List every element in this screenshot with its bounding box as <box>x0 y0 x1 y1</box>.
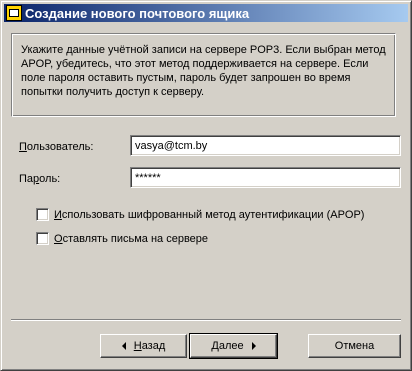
chevron-right-icon <box>251 342 256 350</box>
next-button[interactable]: Далее <box>189 333 278 359</box>
title-bar[interactable]: Создание нового почтового ящика <box>4 4 408 22</box>
chevron-left-icon <box>121 342 126 350</box>
user-label: Пользователь: <box>19 141 94 153</box>
cancel-button[interactable]: Отмена <box>308 334 401 358</box>
cancel-button-label: Отмена <box>334 340 375 352</box>
user-input[interactable] <box>130 135 401 156</box>
mailbox-icon <box>6 5 22 21</box>
apop-checkbox-row[interactable]: Использовать шифрованный метод аутентифи… <box>36 208 364 221</box>
next-button-label: Далее <box>211 340 244 352</box>
password-label: Пароль: <box>19 173 61 185</box>
back-button[interactable]: Назад <box>100 334 187 358</box>
leave-on-server-checkbox-row[interactable]: Оставлять письма на сервере <box>36 232 208 245</box>
leave-on-server-label: Оставлять письма на сервере <box>54 232 209 245</box>
leave-on-server-checkbox[interactable] <box>36 232 49 245</box>
apop-label: Использовать шифрованный метод аутентифи… <box>54 208 365 221</box>
password-input[interactable] <box>130 167 401 188</box>
button-separator <box>11 319 401 321</box>
apop-checkbox[interactable] <box>36 208 49 221</box>
window-title: Создание нового почтового ящика <box>25 5 250 21</box>
back-button-label: Назад <box>133 340 166 352</box>
info-text: Укажите данные учётной записи на сервере… <box>21 44 386 98</box>
dialog-window: Создание нового почтового ящика Укажите … <box>0 0 412 371</box>
